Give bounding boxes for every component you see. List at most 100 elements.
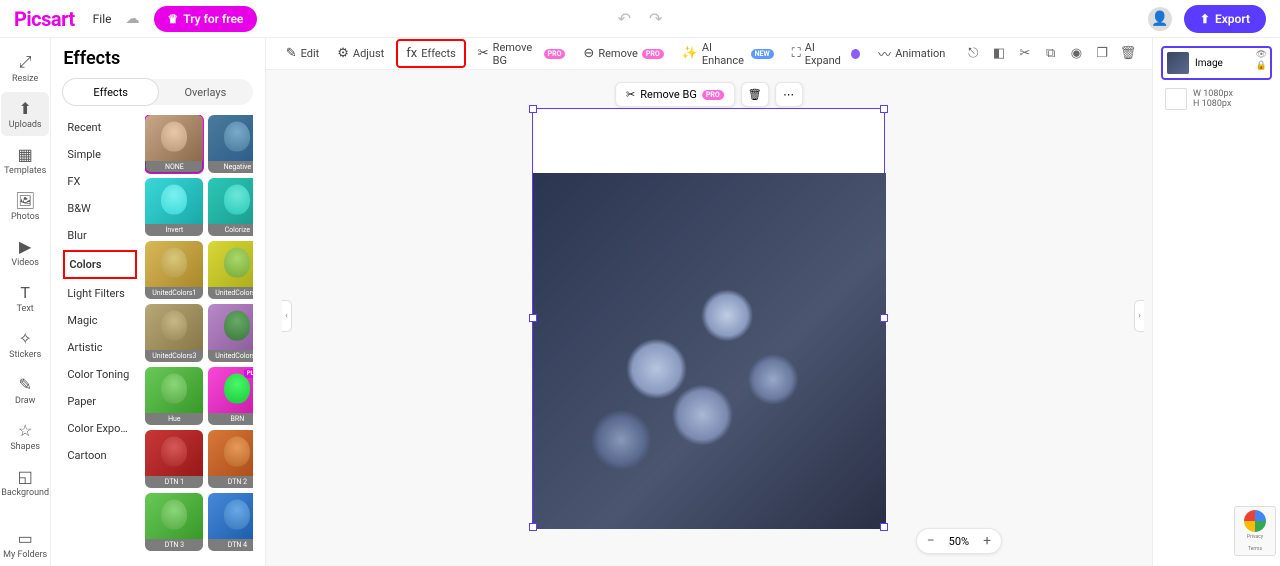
canvas-thumb [1165, 88, 1187, 110]
export-button[interactable]: ⬆Export [1184, 5, 1266, 33]
background-icon: ◱ [18, 467, 33, 486]
effects-icon: fx [406, 46, 417, 61]
canvas-image[interactable] [533, 173, 886, 529]
effect-none[interactable]: NONE [145, 115, 203, 173]
effect-unitedcolors1[interactable]: UnitedColors1 [145, 241, 203, 299]
rail-templates[interactable]: ▦Templates [1, 138, 49, 182]
toolbar-animation[interactable]: 〰Animation [872, 41, 951, 66]
effect-dtn-2[interactable]: DTN 2 [208, 430, 252, 488]
effect-unitedcolors3[interactable]: UnitedColors3 [145, 304, 203, 362]
toolbar-remove-bg[interactable]: ✂Remove BGPRO [472, 38, 572, 70]
effect-invert[interactable]: Invert [145, 178, 203, 236]
tab-effects[interactable]: Effects [63, 79, 158, 105]
layers-panel: Image 👁 🔒 W 1080px H 1080px [1152, 38, 1280, 566]
text-icon: T [20, 283, 30, 302]
undo-icon[interactable]: ↶ [618, 9, 631, 28]
edit-icon: ✎ [286, 46, 297, 61]
zoom-in-button[interactable]: + [983, 533, 991, 549]
effect-colorize[interactable]: Colorize [208, 178, 252, 236]
toolbar-icon-4[interactable]: ◉ [1067, 43, 1087, 65]
toolbar-ai-expand[interactable]: ⛶AI Expand [786, 38, 867, 70]
category-cartoon[interactable]: Cartoon [63, 443, 137, 468]
delete-float-button[interactable]: 🗑 [741, 82, 769, 107]
more-float-button[interactable]: ⋯ [775, 82, 803, 107]
zoom-out-button[interactable]: − [927, 533, 935, 549]
toolbar-icon-5[interactable]: ❐ [1092, 43, 1112, 65]
recaptcha-icon [1244, 510, 1266, 532]
effect-brn[interactable]: BRNPLUS [208, 367, 252, 425]
file-menu[interactable]: File [93, 12, 112, 26]
collapse-panel-right[interactable]: › [1134, 300, 1144, 332]
rail-videos[interactable]: ▶Videos [1, 230, 49, 274]
pro-badge: PRO [702, 90, 724, 100]
category-recent[interactable]: Recent [63, 115, 137, 140]
category-color-expos-[interactable]: Color Expos... [63, 416, 137, 441]
toolbar-icon-0[interactable]: ⎋ [963, 43, 983, 65]
panel-tabs: EffectsOverlays [63, 79, 252, 105]
category-color-toning[interactable]: Color Toning [63, 362, 137, 387]
rail-background[interactable]: ◱Background [1, 460, 49, 504]
toolbar-adjust[interactable]: ⚙Adjust [331, 43, 390, 64]
collapse-panel-left[interactable]: ‹ [282, 300, 292, 332]
photos-icon: 🖼 [15, 191, 35, 210]
resize-handle-bl[interactable] [529, 523, 537, 531]
toolbar-ai-enhance[interactable]: ✨AI EnhanceNEW [676, 38, 780, 70]
resize-handle-tr[interactable] [880, 105, 888, 113]
resize-handle-br[interactable] [880, 523, 888, 531]
effect-unitedcolors2[interactable]: UnitedColors2 [208, 241, 252, 299]
trash-icon: 🗑 [748, 88, 762, 101]
toolbar-remove[interactable]: ⊖RemovePRO [577, 43, 669, 64]
rail-uploads[interactable]: ⬆Uploads [1, 92, 49, 136]
effect-dtn-1[interactable]: DTN 1 [145, 430, 203, 488]
toolbar-effects[interactable]: fxEffects [396, 39, 466, 68]
category-b-w[interactable]: B&W [63, 196, 137, 221]
ai-expand-icon: ⛶ [792, 46, 801, 61]
category-magic[interactable]: Magic [63, 308, 137, 333]
resize-handle-ml[interactable] [529, 314, 537, 322]
crown-icon: ♛ [168, 12, 179, 26]
category-artistic[interactable]: Artistic [63, 335, 137, 360]
resize-handle-tl[interactable] [529, 105, 537, 113]
toolbar-icon-3[interactable]: ⧉ [1041, 43, 1061, 65]
toolbar-edit[interactable]: ✎Edit [280, 43, 326, 64]
rail-my-folders[interactable]: ▭ My Folders [1, 522, 49, 566]
rail-photos[interactable]: 🖼Photos [1, 184, 49, 228]
category-paper[interactable]: Paper [63, 389, 137, 414]
uploads-icon: ⬆ [18, 99, 31, 118]
rail-stickers[interactable]: ✧Stickers [1, 322, 49, 366]
toolbar-icon-2[interactable]: ✂ [1015, 43, 1035, 65]
user-avatar[interactable]: 👤 [1148, 7, 1172, 31]
zoom-level: 50% [949, 535, 969, 548]
visibility-icon[interactable]: 👁 [1256, 50, 1267, 60]
effect-dtn-4[interactable]: DTN 4 [208, 493, 252, 551]
rail-draw[interactable]: ✎Draw [1, 368, 49, 412]
lock-icon[interactable]: 🔒 [1256, 61, 1267, 71]
layer-image[interactable]: Image 👁 🔒 [1161, 46, 1272, 80]
artboard[interactable] [532, 108, 885, 528]
badge: PRO [642, 49, 664, 59]
toolbar-icon-6[interactable]: 🗑 [1118, 43, 1138, 65]
category-blur[interactable]: Blur [63, 223, 137, 248]
redo-icon[interactable]: ↷ [649, 9, 662, 28]
effect-unitedcolors4[interactable]: UnitedColors4 [208, 304, 252, 362]
effect-dtn-3[interactable]: DTN 3 [145, 493, 203, 551]
videos-icon: ▶ [19, 237, 31, 256]
tab-overlays[interactable]: Overlays [158, 79, 253, 105]
rail-shapes[interactable]: ☆Shapes [1, 414, 49, 458]
category-fx[interactable]: FX [63, 169, 137, 194]
toolbar-icon-1[interactable]: ◧ [989, 43, 1009, 65]
resize-handle-mr[interactable] [880, 314, 888, 322]
rail-resize[interactable]: ⤢Resize [1, 46, 49, 90]
category-light-filters[interactable]: Light Filters [63, 281, 137, 306]
remove-bg-float-button[interactable]: ✂ Remove BG PRO [615, 82, 735, 107]
rail-text[interactable]: TText [1, 276, 49, 320]
effect-negative[interactable]: Negative [208, 115, 252, 173]
cloud-sync-icon[interactable]: ☁ [126, 11, 140, 27]
effect-hue[interactable]: Hue [145, 367, 203, 425]
stage[interactable] [266, 70, 1152, 566]
try-free-button[interactable]: ♛Try for free [154, 6, 258, 32]
templates-icon: ▦ [18, 145, 33, 164]
category-colors[interactable]: Colors [63, 250, 137, 279]
badge: PRO [544, 49, 566, 59]
category-simple[interactable]: Simple [63, 142, 137, 167]
